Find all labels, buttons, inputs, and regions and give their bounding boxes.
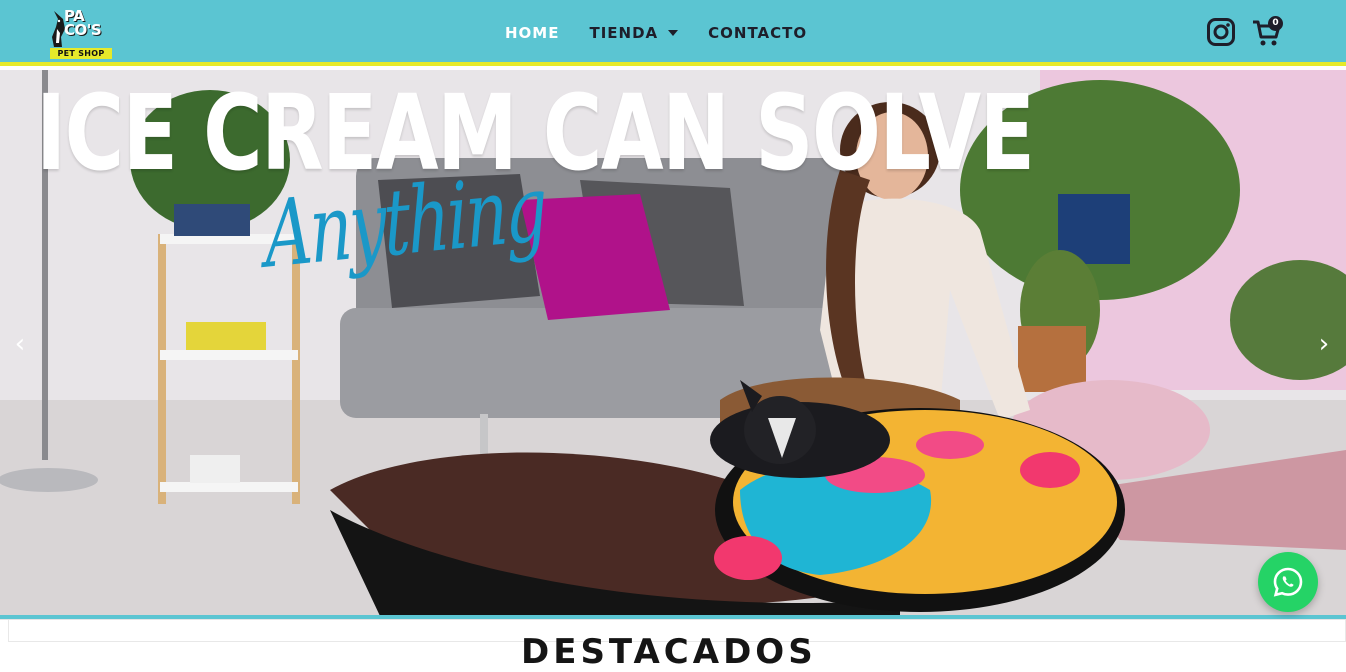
site-logo[interactable]: PA CO'S PET SHOP	[48, 7, 114, 61]
instagram-icon[interactable]	[1206, 17, 1236, 47]
section-title: DESTACADOS	[521, 632, 817, 672]
logo-text: PA CO'S	[64, 7, 102, 39]
caret-down-icon	[668, 30, 679, 36]
nav-contacto[interactable]: CONTACTO	[708, 24, 807, 42]
whatsapp-icon	[1273, 567, 1303, 597]
nav-home[interactable]: HOME	[505, 24, 559, 42]
featured-section: DESTACADOS	[0, 619, 1346, 672]
logo-subtitle: PET SHOP	[50, 48, 112, 59]
cart-count-badge: 0	[1268, 16, 1283, 31]
hero-slider: ICE CREAM CAN SOLVE Anything ‹ ›	[0, 70, 1346, 616]
nav-tienda[interactable]: TIENDA	[589, 24, 679, 42]
slider-prev-arrow-icon[interactable]: ‹	[8, 331, 32, 357]
whatsapp-button[interactable]	[1258, 552, 1318, 612]
main-nav: HOME TIENDA CONTACTO	[505, 0, 837, 66]
slider-next-arrow-icon[interactable]: ›	[1312, 331, 1336, 357]
site-header: PA CO'S PET SHOP HOME TIENDA CONTACTO 0	[0, 0, 1346, 66]
